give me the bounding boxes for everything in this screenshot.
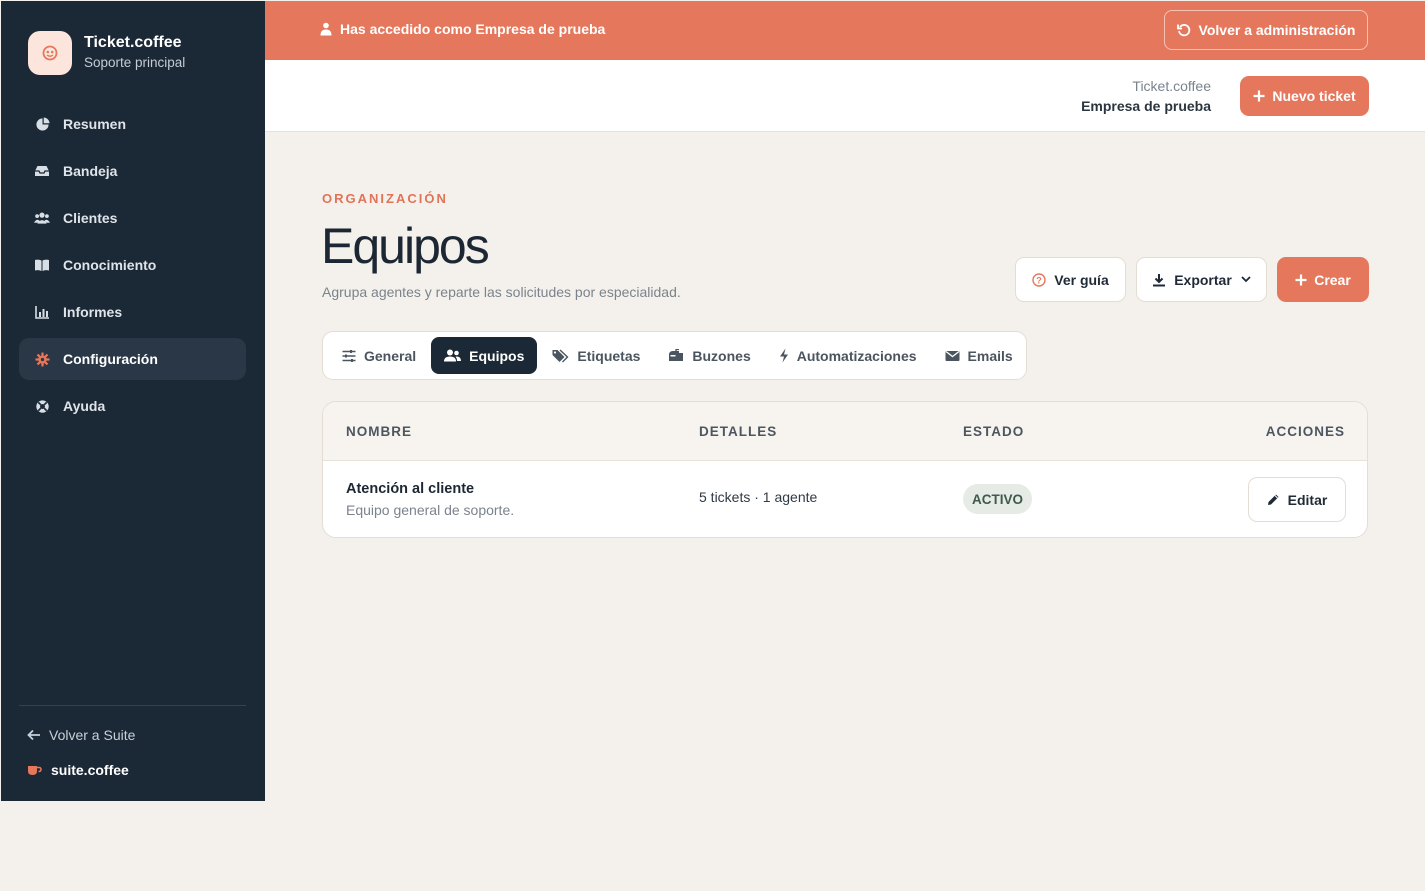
create-team-button[interactable]: Crear xyxy=(1277,257,1369,302)
tab-label: Automatizaciones xyxy=(796,347,917,364)
brand-name: Ticket.coffee xyxy=(84,34,182,51)
sidebar-item-label: Conocimiento xyxy=(63,257,157,273)
tab-buzones[interactable]: Buzones xyxy=(655,337,763,374)
brand-logo-icon xyxy=(28,31,72,75)
impersonation-banner: Has accedido como Empresa de prueba Volv… xyxy=(265,1,1425,60)
users-icon xyxy=(34,210,50,226)
plus-icon xyxy=(1295,274,1307,286)
chevron-down-icon xyxy=(1241,276,1251,283)
sidebar-item-resumen[interactable]: Resumen xyxy=(19,103,246,145)
arrow-left-icon xyxy=(27,729,41,741)
undo-icon xyxy=(1176,23,1191,37)
view-guide-button[interactable]: ? Ver guía xyxy=(1015,257,1126,302)
tab-emails[interactable]: Emails xyxy=(932,337,1026,374)
column-header-details: DETALLES xyxy=(699,424,778,439)
gear-icon xyxy=(34,351,50,367)
bar-chart-icon xyxy=(34,304,50,320)
tab-label: Buzones xyxy=(692,347,751,364)
user-icon xyxy=(320,22,332,36)
sidebar-item-label: Configuración xyxy=(63,351,158,367)
sidebar: Ticket.coffee Soporte principal Resumen … xyxy=(1,1,265,801)
tab-automatizaciones[interactable]: Automatizaciones xyxy=(766,337,930,374)
book-icon xyxy=(34,257,50,273)
sidebar-nav: Resumen Bandeja Clientes Conocimiento In… xyxy=(19,103,246,432)
team-description: Equipo general de soporte. xyxy=(346,502,515,518)
settings-tabs: General Equipos Etiquetas Buzones Automa… xyxy=(322,331,1027,380)
table-header: NOMBRE DETALLES ESTADO ACCIONES xyxy=(323,402,1367,461)
sidebar-item-bandeja[interactable]: Bandeja xyxy=(19,150,246,192)
download-icon xyxy=(1152,273,1166,287)
new-ticket-label: Nuevo ticket xyxy=(1272,88,1356,104)
sidebar-item-clientes[interactable]: Clientes xyxy=(19,197,246,239)
suite-brand-label: suite.coffee xyxy=(51,762,129,778)
tags-icon xyxy=(552,348,569,363)
back-to-admin-button[interactable]: Volver a administración xyxy=(1164,10,1368,50)
page-title: Equipos xyxy=(321,218,490,274)
view-guide-label: Ver guía xyxy=(1054,271,1109,288)
back-to-admin-label: Volver a administración xyxy=(1198,22,1356,38)
sidebar-item-label: Resumen xyxy=(63,116,127,132)
users-icon xyxy=(444,349,462,362)
back-to-suite-label: Volver a Suite xyxy=(49,727,136,743)
brand[interactable]: Ticket.coffee Soporte principal xyxy=(28,31,185,75)
edit-team-button[interactable]: Editar xyxy=(1248,477,1346,522)
plus-icon xyxy=(1253,90,1265,102)
export-label: Exportar xyxy=(1174,271,1232,288)
teams-table: NOMBRE DETALLES ESTADO ACCIONES Atención… xyxy=(322,401,1368,538)
tab-label: General xyxy=(364,347,417,364)
life-ring-icon xyxy=(34,398,50,414)
new-ticket-button[interactable]: Nuevo ticket xyxy=(1240,76,1369,116)
question-circle-icon: ? xyxy=(1032,272,1046,287)
pencil-icon xyxy=(1267,493,1280,506)
banner-text: Has accedido como Empresa de prueba xyxy=(340,21,606,37)
pie-chart-icon xyxy=(34,116,50,132)
org-name: Empresa de prueba xyxy=(1081,98,1211,114)
tab-label: Etiquetas xyxy=(577,347,641,364)
sliders-icon xyxy=(342,349,356,362)
edit-label: Editar xyxy=(1287,491,1328,508)
org-switcher[interactable]: Ticket.coffee Empresa de prueba xyxy=(1081,76,1211,116)
tab-label: Emails xyxy=(967,347,1013,364)
team-name: Atención al cliente xyxy=(346,481,475,497)
sidebar-item-label: Informes xyxy=(63,304,123,320)
topbar: Ticket.coffee Empresa de prueba Nuevo ti… xyxy=(265,60,1425,132)
sidebar-item-label: Clientes xyxy=(63,210,118,226)
svg-text:?: ? xyxy=(1037,275,1043,285)
page-subtitle: Agrupa agentes y reparte las solicitudes… xyxy=(322,284,681,300)
brand-subtitle: Soporte principal xyxy=(84,55,186,70)
bolt-icon xyxy=(779,348,789,363)
sidebar-item-label: Ayuda xyxy=(63,398,106,414)
tab-equipos[interactable]: Equipos xyxy=(431,337,538,374)
back-to-suite-link[interactable]: Volver a Suite xyxy=(27,727,135,743)
page-eyebrow: ORGANIZACIÓN xyxy=(322,191,448,206)
column-header-actions: ACCIONES xyxy=(1265,424,1345,439)
envelope-icon xyxy=(945,350,960,362)
tab-etiquetas[interactable]: Etiquetas xyxy=(539,337,653,374)
sidebar-item-informes[interactable]: Informes xyxy=(19,291,246,333)
suite-brand[interactable]: suite.coffee xyxy=(27,762,129,778)
sidebar-item-ayuda[interactable]: Ayuda xyxy=(19,385,246,427)
sidebar-item-configuracion[interactable]: Configuración xyxy=(19,338,246,380)
export-dropdown-button[interactable]: Exportar xyxy=(1136,257,1267,302)
tab-label: Equipos xyxy=(469,347,525,364)
app-window: Ticket.coffee Soporte principal Resumen … xyxy=(1,1,1425,801)
org-app-name: Ticket.coffee xyxy=(1132,78,1211,94)
tab-general[interactable]: General xyxy=(329,337,429,374)
table-row: Atención al cliente Equipo general de so… xyxy=(323,461,1367,537)
column-header-name: NOMBRE xyxy=(346,424,412,439)
inbox-icon xyxy=(34,163,50,179)
team-details: 5 tickets · 1 agente xyxy=(699,489,818,505)
coffee-cup-icon xyxy=(27,764,42,776)
sidebar-item-conocimiento[interactable]: Conocimiento xyxy=(19,244,246,286)
sidebar-divider xyxy=(19,705,246,706)
mailbox-icon xyxy=(668,348,684,363)
main-content: Has accedido como Empresa de prueba Volv… xyxy=(265,1,1425,801)
create-label: Crear xyxy=(1314,271,1351,288)
column-header-status: ESTADO xyxy=(963,424,1025,439)
status-badge: ACTIVO xyxy=(963,484,1033,514)
sidebar-item-label: Bandeja xyxy=(63,163,118,179)
